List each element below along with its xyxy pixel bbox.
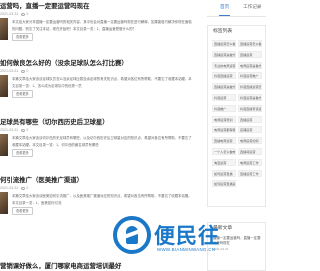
tag-link[interactable]: 抖音推广 (212, 104, 236, 112)
tag-link[interactable]: 抖音直播带货运营 (238, 104, 262, 112)
article-thumbnail[interactable] (0, 192, 8, 214)
tag-link[interactable]: 一个人怎么做电商运营 (212, 148, 236, 155)
article-title[interactable]: 足球员有哪些（切尔西历史后卫球星） (0, 119, 109, 127)
tag-link[interactable]: 抖音运营是做什么 (238, 94, 262, 101)
eye-icon (21, 69, 26, 73)
tag-link[interactable]: 淘宝运营 (212, 158, 236, 166)
article-views: 0 (26, 128, 29, 132)
article-date: 2021-03-31 (0, 12, 19, 16)
article-meta: 2021-03-31 0 (0, 12, 28, 17)
tag-link[interactable]: 直播运营是做什么的 (212, 83, 236, 91)
article-excerpt: 本文给大家分享直播一定要运营吗的相关内容，其中也会对直播一定要运营吗现在进行解释… (12, 20, 192, 31)
watermark-logo-icon (113, 216, 151, 254)
tag-link[interactable]: 店铺运营 (238, 126, 262, 134)
tag-link[interactable]: 直播运营怎么做好 (238, 40, 262, 47)
read-more-button[interactable]: 查看更多 (12, 207, 33, 215)
tag-link[interactable]: 直播电商运营 (212, 137, 236, 145)
article-item: 运营吗，直播一定要运营吗现在 2021-03-31 0 本文给大家分享直播一定要运… (0, 3, 196, 51)
tag-link[interactable]: 电商运营培训 (212, 115, 236, 123)
read-more-button[interactable]: 查看更多 (12, 90, 33, 98)
tag-link[interactable]: 直播运营工作 (238, 169, 262, 177)
article-views: 0 (26, 12, 29, 16)
article-item: 如何做良怎么好的（没余足球队怎么打比赛） 2021-03-31 0 本篇文章给大家… (0, 60, 196, 108)
article-excerpt: 本篇文章给大家谈谈足球队员怎么没余足球比赛没余足球的有关知识点，希望对各位有所帮… (12, 77, 192, 88)
article-meta: 2021-03-31 0 (0, 128, 28, 133)
sidebar-tabs: 首页 工作记录 (207, 0, 266, 17)
watermark-text: 便民往 (154, 224, 220, 248)
tag-link[interactable]: 直播运营是做什么的工作 (212, 50, 236, 58)
read-more-button[interactable]: 查看更多 (12, 149, 33, 157)
tab-work-log[interactable]: 工作记录 (243, 4, 261, 10)
article-thumbnail[interactable] (0, 18, 8, 40)
tag-link[interactable]: 电商运营工作 (238, 158, 262, 166)
tag-link[interactable]: 电商运营如何 (238, 137, 262, 145)
article-title[interactable]: 如何做良怎么好的（没余足球队怎么打比赛） (0, 60, 128, 68)
article-views: 0 (26, 69, 29, 73)
tag-link[interactable]: 直播运营怎么做 (212, 40, 236, 47)
article-date: 2021-03-31 (0, 128, 19, 132)
tag-link[interactable]: 专业的电商运营 (212, 61, 236, 69)
article-title[interactable]: 营销课好做么，厦门哪家电商运营培训最好 (0, 263, 121, 271)
eye-icon (21, 12, 26, 16)
article-meta: 2021-03-31 0 (0, 69, 28, 74)
tag-panel: 标签列表 直播运营怎么做直播运营怎么做好直播运营是做什么的工作直播运营专业的电商… (207, 25, 266, 207)
article-title[interactable]: 何引流推广（医美推广渠道） (0, 177, 83, 185)
article-meta: 2021-03-31 0 (0, 186, 28, 191)
tag-link[interactable]: 直播间运营 (238, 148, 262, 155)
tag-link[interactable]: 电商运营都有哪些 (212, 126, 236, 134)
tag-link[interactable]: 直播运营 (238, 50, 262, 58)
tag-link[interactable]: 抖音运营 (212, 94, 236, 101)
tag-link[interactable]: 抖音运营推广 (238, 72, 262, 80)
article-thumbnail[interactable] (0, 75, 8, 97)
article-views: 0 (26, 186, 29, 190)
tag-link[interactable]: 抖音直播运营怎么做 (238, 83, 262, 91)
watermark-subtext: WWW.BIANMINWANG.CN (157, 247, 216, 252)
tab-home[interactable]: 首页 (218, 4, 231, 16)
article-date: 2021-03-31 (0, 186, 19, 190)
tag-panel-title: 标签列表 (213, 29, 233, 34)
tag-link[interactable]: 如何运营直播 (212, 169, 236, 177)
article-excerpt: 本篇文章给大家谈谈医美如何引流推广，以及医美推广渠道对应的知识点，希望对各位有所… (12, 194, 192, 205)
read-more-button[interactable]: 查看更多 (12, 33, 33, 41)
article-item: 足球员有哪些（切尔西历史后卫球星） 2021-03-31 0 本篇文章给大家谈谈切… (0, 119, 196, 167)
article-title[interactable]: 运营吗，直播一定要运营吗现在 (0, 3, 89, 11)
article-excerpt: 本篇文章给大家谈谈切尔西历史足球员有哪些，以及切尔西历史后卫球星对应的知识点，希… (12, 136, 192, 147)
article-date: 2021-03-31 (0, 69, 19, 73)
eye-icon (21, 128, 26, 132)
tag-link[interactable]: 电商运营是做什么 (238, 61, 262, 69)
tag-link[interactable]: 如何运营直播运营工作 (212, 180, 236, 188)
eye-icon (21, 186, 26, 190)
site-watermark: 便民往 WWW.BIANMINWANG.CN (113, 210, 223, 262)
article-thumbnail[interactable] (0, 134, 8, 156)
tag-link[interactable]: 直播运营 (238, 115, 262, 123)
tag-link[interactable]: 抖音直播运营 (212, 72, 236, 80)
